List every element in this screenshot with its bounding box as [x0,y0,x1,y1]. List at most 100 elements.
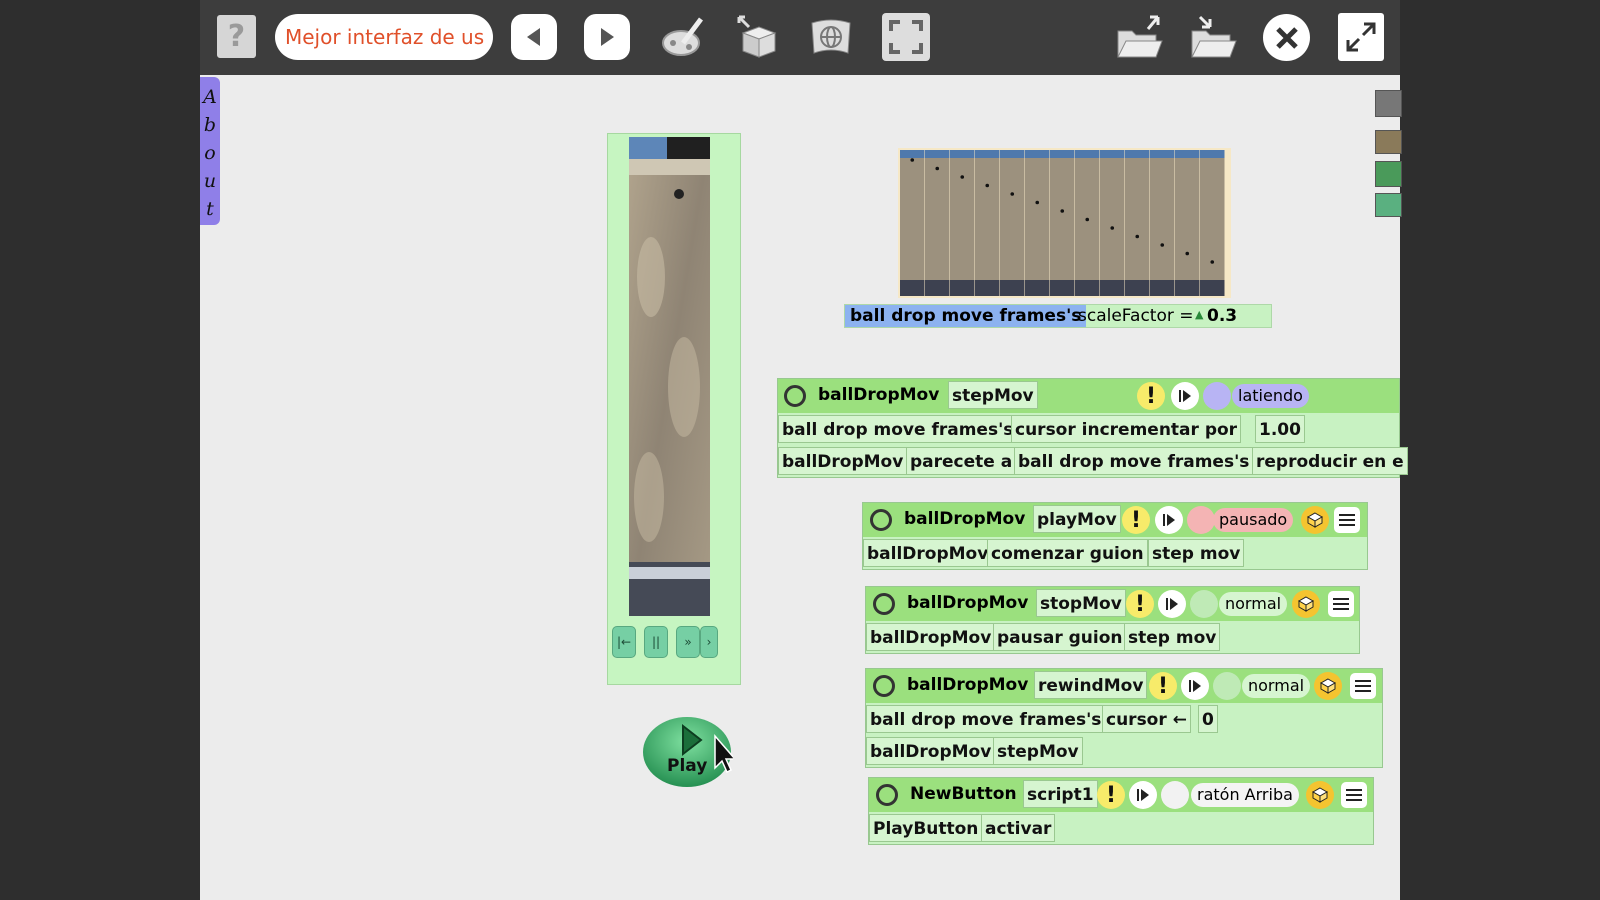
tile-object[interactable]: ballDropMov [866,737,996,765]
tile-command[interactable]: cursor incrementar por [1011,415,1242,443]
tile-command[interactable]: activar [981,814,1056,842]
expand-button[interactable] [1338,13,1384,61]
supplies-flap-tab[interactable] [1375,90,1402,117]
run-script-icon[interactable] [1181,672,1209,700]
paint-button[interactable] [658,12,708,62]
package-icon[interactable] [1301,506,1329,534]
script-name-field[interactable]: stepMov [948,381,1038,409]
run-script-icon[interactable] [1155,506,1183,534]
exclamation-icon[interactable]: ! [1126,590,1154,618]
clock-icon[interactable] [1161,781,1189,809]
navigator-flap-tab[interactable] [1375,130,1402,154]
frame-thumbnail[interactable] [900,150,925,296]
clock-icon[interactable] [1213,672,1241,700]
tools-flap-tab[interactable] [1375,193,1402,217]
tile-command[interactable]: stepMov [993,737,1083,765]
tile-object[interactable]: ballDropMov [863,539,993,567]
menu-icon[interactable] [1328,591,1354,617]
script-collapse-button[interactable] [876,784,898,806]
menu-icon[interactable] [1350,673,1376,699]
frame-thumbnail[interactable] [1025,150,1050,296]
package-icon[interactable] [1314,672,1342,700]
frame-thumbnail[interactable] [1050,150,1075,296]
updown-arrows-icon[interactable]: ▲ [1195,308,1203,321]
menu-icon[interactable] [1341,782,1367,808]
exclamation-icon[interactable]: ! [1137,382,1165,410]
close-button[interactable] [1263,14,1310,61]
tile-value[interactable]: step mov [1124,623,1221,651]
play-button[interactable]: Play [643,716,737,788]
pause-button[interactable]: || [644,626,668,658]
rewind-button[interactable]: |← [612,626,636,658]
script-collapse-button[interactable] [873,593,895,615]
tile-object[interactable]: PlayButton [869,814,983,842]
previous-project-button[interactable] [511,14,557,60]
scale-factor-value[interactable]: 0.3 [1207,305,1237,327]
frame-thumbnail[interactable] [950,150,975,296]
tile-object[interactable]: ballDropMov [778,447,908,475]
run-script-icon[interactable] [1171,382,1199,410]
tile-command[interactable]: parecete a [906,447,1017,475]
tile-command[interactable]: pausar guion [993,623,1127,651]
script-new-button[interactable]: NewButton script1 ! ratón Arriba PlayBut… [868,777,1374,845]
exclamation-icon[interactable]: ! [1149,672,1177,700]
frame-thumbnail[interactable] [925,150,950,296]
tile-object[interactable]: ballDropMov [866,623,996,651]
script-collapse-button[interactable] [870,509,892,531]
script-status[interactable]: pausado [1213,508,1294,532]
script-step-mov[interactable]: ballDropMov stepMov ! latiendo ball drop… [777,378,1408,478]
ball-drop-frame-strip[interactable] [898,148,1231,298]
script-stop-mov[interactable]: ballDropMov stopMov ! normal ballDropMov… [865,586,1360,654]
scale-factor-readout[interactable]: ball drop move frames's scaleFactor = ▲ … [844,304,1272,328]
frame-thumbnail[interactable] [1175,150,1200,296]
script-status[interactable]: ratón Arriba [1191,783,1299,807]
exclamation-icon[interactable]: ! [1122,506,1150,534]
script-play-mov[interactable]: ballDropMov playMov ! pausado ballDropMo… [862,502,1368,570]
about-flap-tab[interactable]: A b o u t [200,77,220,225]
new-object-button[interactable] [732,12,782,62]
frame-thumbnail[interactable] [1000,150,1025,296]
script-collapse-button[interactable] [873,675,895,697]
next-project-button[interactable] [584,14,630,60]
fast-forward-button[interactable]: » [676,626,700,658]
tile-value[interactable]: step mov [1148,539,1245,567]
tile-command[interactable]: reproducir en e [1252,447,1408,475]
frame-thumbnail[interactable] [1075,150,1100,296]
script-status[interactable]: latiendo [1232,384,1309,408]
script-status[interactable]: normal [1242,674,1311,698]
script-collapse-button[interactable] [784,385,806,407]
package-icon[interactable] [1306,781,1334,809]
script-status[interactable]: normal [1219,592,1288,616]
clock-icon[interactable] [1203,382,1231,410]
frame-thumbnail[interactable] [975,150,1000,296]
tile-command[interactable]: comenzar guion [987,539,1148,567]
run-script-icon[interactable] [1158,590,1186,618]
exclamation-icon[interactable]: ! [1097,781,1125,809]
clock-icon[interactable] [1187,506,1215,534]
script-name-field[interactable]: stopMov [1036,589,1126,617]
tile-object[interactable]: ball drop move frames's [866,705,1106,733]
frame-thumbnail[interactable] [1125,150,1150,296]
frame-thumbnail[interactable] [1100,150,1125,296]
tile-value[interactable]: 1.00 [1255,415,1305,443]
package-icon[interactable] [1292,590,1320,618]
script-name-field[interactable]: script1 [1023,780,1098,808]
frame-thumbnail[interactable] [1150,150,1175,296]
menu-icon[interactable] [1334,507,1360,533]
project-name-field[interactable]: Mejor interfaz de us [275,14,493,60]
tile-object[interactable]: ball drop move frames's [1014,447,1254,475]
widgets-flap-tab[interactable] [1375,161,1402,187]
step-forward-button[interactable]: › [700,626,718,658]
fullscreen-frame-button[interactable] [882,13,930,61]
frame-thumbnail[interactable] [1200,150,1225,296]
tile-command[interactable]: cursor ← [1102,705,1191,733]
script-rewind-mov[interactable]: ballDropMov rewindMov ! normal ball drop… [865,668,1383,768]
save-project-button[interactable] [1187,12,1239,62]
tile-object[interactable]: ball drop move frames's [778,415,1018,443]
run-script-icon[interactable] [1129,781,1157,809]
help-button[interactable]: ? [217,15,256,58]
script-name-field[interactable]: playMov [1033,505,1121,533]
tile-value[interactable]: 0 [1198,705,1218,733]
script-name-field[interactable]: rewindMov [1034,671,1148,699]
load-project-button[interactable] [1113,12,1165,62]
